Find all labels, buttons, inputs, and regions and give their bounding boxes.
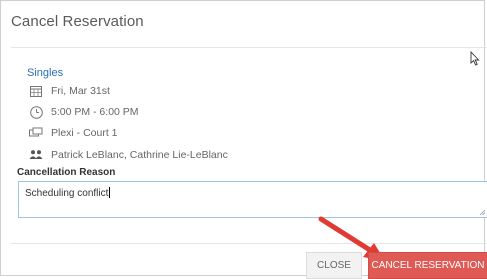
- cancellation-reason-label: Cancellation Reason: [17, 167, 116, 178]
- dialog-title: Cancel Reservation: [11, 13, 144, 30]
- resize-handle-icon[interactable]: [479, 209, 485, 215]
- reservation-time: 5:00 PM - 6:00 PM: [51, 106, 139, 118]
- cancel-reservation-button[interactable]: CANCEL RESERVATION: [368, 252, 487, 279]
- reservation-time-row: 5:00 PM - 6:00 PM: [29, 105, 139, 119]
- reservation-date-row: Fri, Mar 31st: [29, 84, 110, 98]
- cancellation-reason-value: Scheduling conflict: [25, 187, 111, 199]
- reservation-date: Fri, Mar 31st: [51, 85, 110, 97]
- reservation-court: Plexi - Court 1: [51, 127, 118, 139]
- title-divider: [11, 47, 487, 48]
- mouse-cursor-icon: [470, 51, 480, 66]
- reservation-players: Patrick LeBlanc, Cathrine Lie-LeBlanc: [51, 149, 228, 161]
- close-button[interactable]: CLOSE: [306, 252, 362, 279]
- reservation-court-row: Plexi - Court 1: [29, 126, 118, 140]
- players-icon: [29, 148, 43, 162]
- cancel-reservation-dialog: Cancel Reservation Singles Fri, Mar 31st: [0, 0, 487, 279]
- event-type-label: Singles: [27, 67, 64, 79]
- clock-icon: [29, 105, 43, 119]
- calendar-icon: [29, 84, 43, 98]
- court-icon: [29, 126, 43, 140]
- text-caret: [109, 187, 111, 198]
- footer-divider: [11, 243, 487, 244]
- reservation-players-row: Patrick LeBlanc, Cathrine Lie-LeBlanc: [29, 148, 228, 162]
- cancellation-reason-textarea[interactable]: Scheduling conflict: [18, 181, 487, 218]
